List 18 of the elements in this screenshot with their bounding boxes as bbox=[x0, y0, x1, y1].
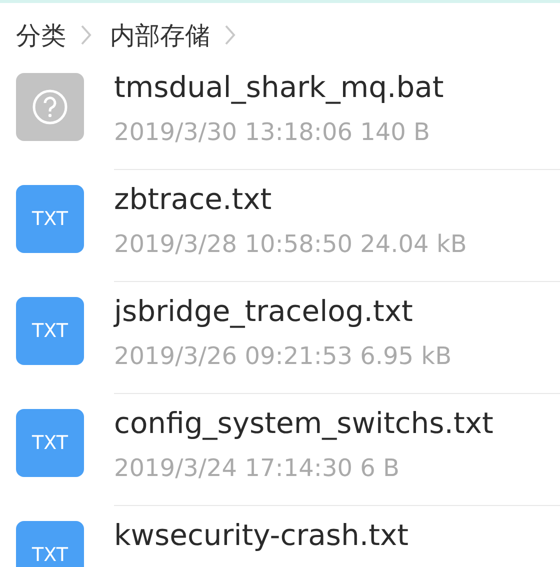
unknown-file-icon bbox=[16, 73, 84, 141]
file-details: 2019/3/26 09:21:53 6.95 kB bbox=[114, 341, 453, 372]
file-name[interactable]: jsbridge_tracelog.txt bbox=[114, 291, 560, 331]
txt-file-icon: TXT bbox=[16, 297, 84, 365]
breadcrumb-item[interactable]: 分类 bbox=[16, 18, 66, 52]
file-details: 2019/3/28 10:58:50 24.04 kB bbox=[114, 229, 468, 260]
chevron-right-icon bbox=[224, 24, 236, 46]
txt-file-icon: TXT bbox=[16, 409, 84, 477]
file-details: 2019/3/24 17:14:30 6 B bbox=[114, 453, 400, 484]
breadcrumb-item[interactable]: 内部存储 bbox=[110, 18, 210, 52]
txt-file-icon: TXT bbox=[16, 185, 84, 253]
txt-file-icon: TXT bbox=[16, 521, 84, 567]
file-name[interactable]: tmsdual_shark_mq.bat bbox=[114, 67, 560, 107]
file-name[interactable]: zbtrace.txt bbox=[114, 179, 560, 219]
chevron-right-icon bbox=[80, 24, 92, 46]
file-name[interactable]: kwsecurity-crash.txt bbox=[114, 515, 560, 555]
file-name[interactable]: config_system_switchs.txt bbox=[114, 403, 560, 443]
file-details: 2019/3/30 13:18:06 140 B bbox=[114, 117, 432, 148]
